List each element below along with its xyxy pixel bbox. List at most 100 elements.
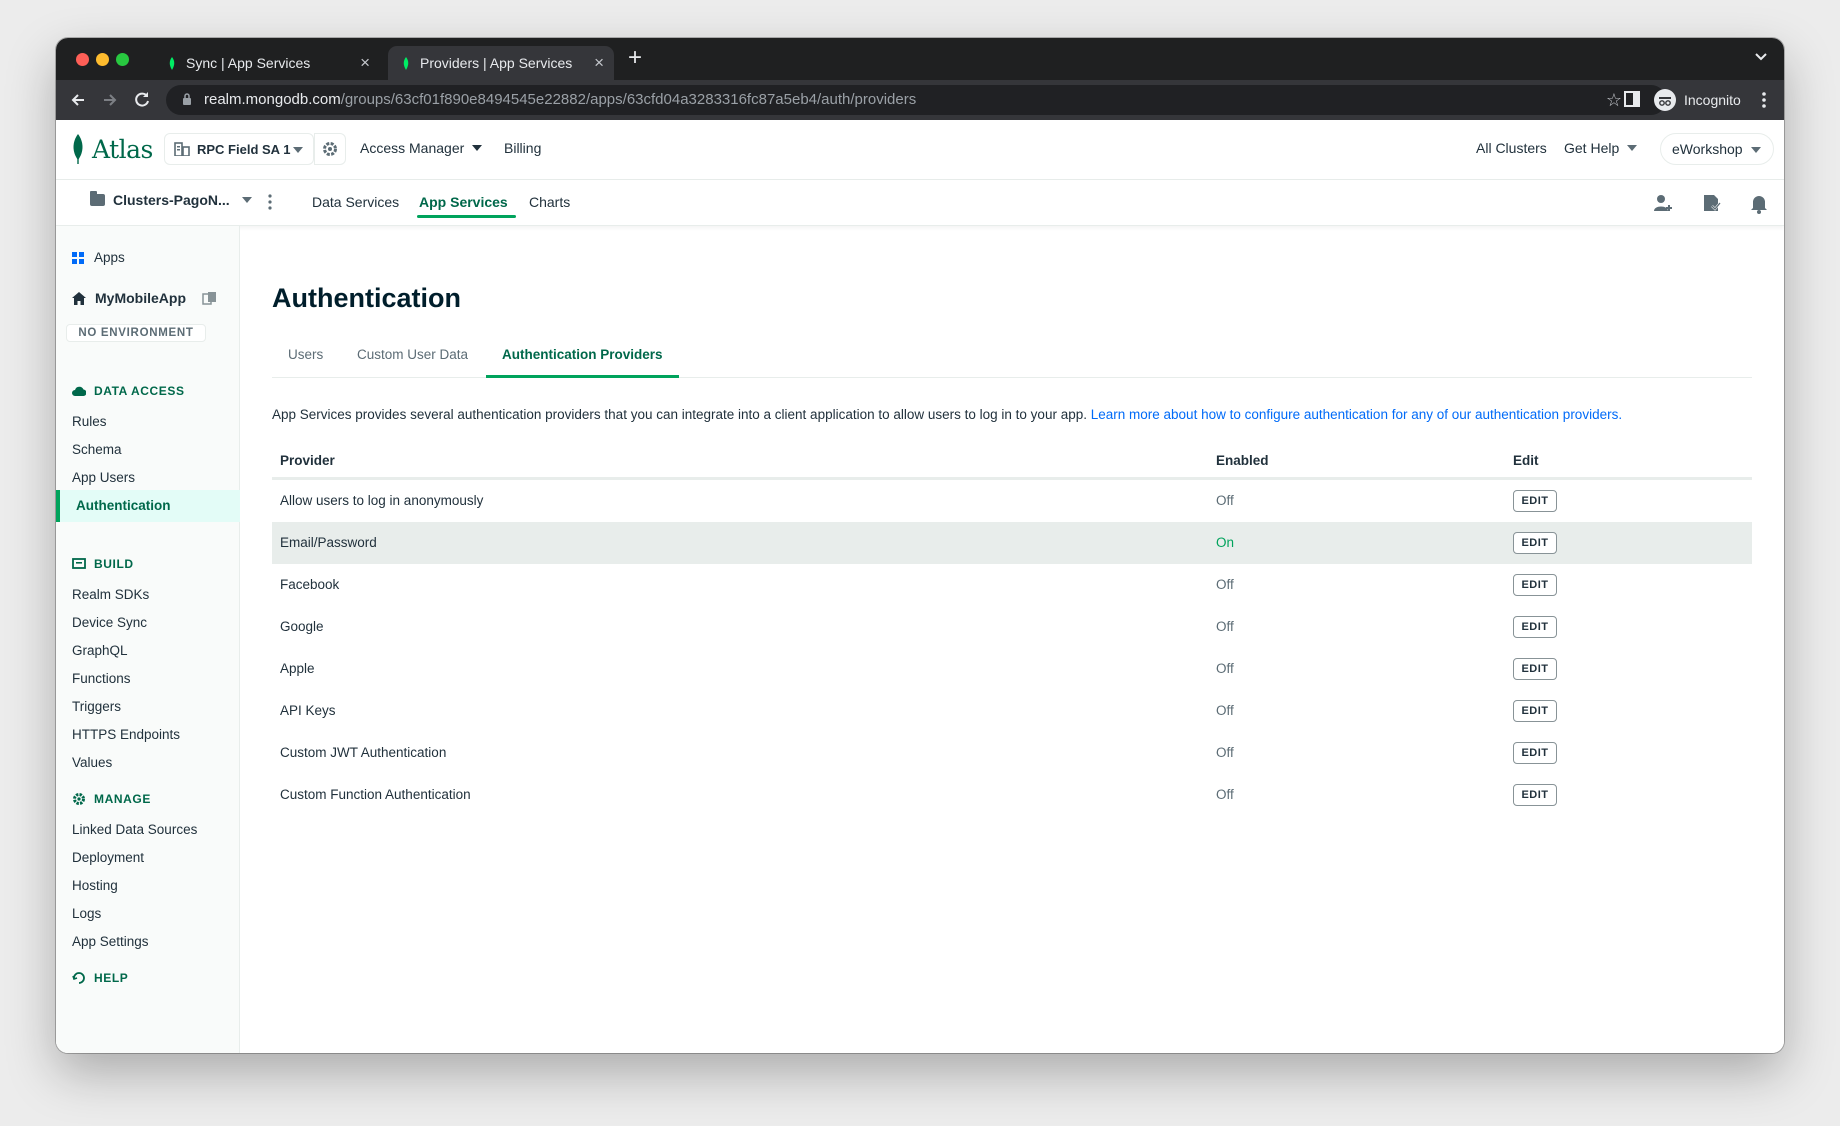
edit-google-button[interactable]: EDIT — [1513, 616, 1557, 638]
provider-status: Off — [1216, 493, 1234, 508]
close-window-button[interactable] — [76, 53, 89, 66]
caret-down-icon — [293, 147, 303, 153]
reload-icon[interactable] — [132, 90, 152, 110]
provider-name: Email/Password — [280, 535, 377, 550]
atlas-top-nav: Atlas RPC Field SA 1 Access Manager Bill… — [56, 120, 1784, 180]
tab-data-services[interactable]: Data Services — [312, 194, 399, 210]
tab-app-services[interactable]: App Services — [417, 194, 516, 218]
sidebar-item-app-users[interactable]: App Users — [72, 470, 135, 485]
copy-app-id-icon[interactable] — [202, 291, 218, 305]
all-clusters-label: All Clusters — [1476, 140, 1547, 156]
user-org-menu[interactable]: eWorkshop — [1660, 133, 1774, 165]
bookmark-star-icon[interactable]: ☆ — [1606, 90, 1622, 111]
provider-name: Google — [280, 619, 324, 634]
app-name-label: MyMobileApp — [95, 290, 186, 306]
sidebar-item-authentication[interactable]: Authentication — [56, 490, 240, 522]
close-icon[interactable]: × — [594, 53, 604, 73]
maximize-window-button[interactable] — [116, 53, 129, 66]
activity-feed-icon[interactable] — [1700, 192, 1722, 214]
section-heading: HELP — [94, 971, 129, 985]
browser-tab-providers[interactable]: Providers | App Services × — [388, 46, 614, 80]
sidebar-item-device-sync[interactable]: Device Sync — [72, 615, 147, 630]
sidebar-item-schema[interactable]: Schema — [72, 442, 122, 457]
column-header-edit: Edit — [1513, 453, 1539, 468]
organization-name: RPC Field SA 1 — [197, 141, 291, 157]
browser-menu-icon[interactable] — [1762, 91, 1766, 109]
browser-tab-sync[interactable]: Sync | App Services × — [154, 46, 380, 80]
provider-status: Off — [1216, 745, 1234, 760]
table-row: Custom JWT Authentication Off EDIT — [272, 732, 1752, 774]
browser-toolbar: realm.mongodb.com/groups/63cf01f890e8494… — [56, 80, 1784, 120]
sidebar-app-name[interactable]: MyMobileApp — [72, 290, 186, 306]
mongodb-leaf-icon — [403, 57, 409, 70]
project-select[interactable]: Clusters-PagoN... — [90, 191, 252, 208]
tab-authentication-providers[interactable]: Authentication Providers — [486, 347, 679, 378]
address-bar[interactable]: realm.mongodb.com/groups/63cf01f890e8494… — [166, 85, 1666, 115]
organization-select[interactable]: RPC Field SA 1 — [164, 133, 314, 165]
bell-icon[interactable] — [1748, 192, 1770, 214]
organization-settings-button[interactable] — [314, 133, 346, 165]
sidebar-item-linked-data-sources[interactable]: Linked Data Sources — [72, 822, 197, 837]
learn-more-link[interactable]: Learn more about how to configure authen… — [1091, 407, 1622, 422]
access-manager-label: Access Manager — [360, 140, 465, 156]
atlas-logo[interactable]: Atlas — [70, 134, 153, 164]
edit-apple-button[interactable]: EDIT — [1513, 658, 1557, 680]
browser-tabstrip: Sync | App Services × Providers | App Se… — [56, 38, 1784, 80]
edit-custom-function-button[interactable]: EDIT — [1513, 784, 1557, 806]
sidebar-item-hosting[interactable]: Hosting — [72, 878, 118, 893]
sidebar-item-values[interactable]: Values — [72, 755, 112, 770]
sidebar-item-app-settings[interactable]: App Settings — [72, 934, 149, 949]
table-row: Custom Function Authentication Off EDIT — [272, 774, 1752, 816]
all-clusters-link[interactable]: All Clusters — [1476, 140, 1547, 156]
project-name: Clusters-PagoN... — [113, 192, 230, 208]
sidebar-item-rules[interactable]: Rules — [72, 414, 107, 429]
access-manager-menu[interactable]: Access Manager — [360, 140, 483, 156]
back-arrow-icon[interactable] — [68, 90, 88, 110]
project-menu-icon[interactable] — [268, 194, 272, 210]
new-tab-icon[interactable]: + — [628, 46, 642, 70]
grid-icon — [72, 251, 84, 264]
browser-window: Sync | App Services × Providers | App Se… — [56, 38, 1784, 1053]
billing-link[interactable]: Billing — [504, 140, 541, 156]
sidebar-item-realm-sdks[interactable]: Realm SDKs — [72, 587, 149, 602]
sidebar-item-apps[interactable]: Apps — [72, 250, 125, 265]
sidebar-item-logs[interactable]: Logs — [72, 906, 101, 921]
section-heading: MANAGE — [94, 792, 151, 806]
sidebar-item-deployment[interactable]: Deployment — [72, 850, 144, 865]
build-icon — [72, 558, 86, 569]
sidebar-item-label: Apps — [94, 250, 125, 265]
edit-api-keys-button[interactable]: EDIT — [1513, 700, 1557, 722]
edit-custom-jwt-button[interactable]: EDIT — [1513, 742, 1557, 764]
edit-facebook-button[interactable]: EDIT — [1513, 574, 1557, 596]
help-icon — [72, 972, 85, 984]
tab-charts[interactable]: Charts — [529, 194, 570, 210]
mongodb-leaf-icon — [169, 57, 175, 70]
browser-tab-title: Sync | App Services — [186, 55, 311, 71]
caret-down-icon — [241, 197, 252, 203]
minimize-window-button[interactable] — [96, 53, 109, 66]
provider-name: Apple — [280, 661, 315, 676]
provider-status: Off — [1216, 577, 1234, 592]
incognito-profile-button[interactable]: Incognito — [1654, 87, 1741, 113]
tab-users[interactable]: Users — [288, 347, 323, 362]
edit-anonymous-button[interactable]: EDIT — [1513, 490, 1557, 512]
tab-custom-user-data[interactable]: Custom User Data — [357, 347, 468, 362]
invite-user-icon[interactable] — [1652, 192, 1674, 214]
close-icon[interactable]: × — [360, 53, 370, 73]
sidebar-item-graphql[interactable]: GraphQL — [72, 643, 128, 658]
sidebar-section-help[interactable]: HELP — [72, 971, 128, 985]
caret-down-icon — [472, 145, 483, 151]
sidebar-item-functions[interactable]: Functions — [72, 671, 131, 686]
sidebar-item-triggers[interactable]: Triggers — [72, 699, 121, 714]
gear-icon — [73, 793, 85, 805]
forward-arrow-icon[interactable] — [100, 90, 120, 110]
url-text: realm.mongodb.com/groups/63cf01f890e8494… — [204, 91, 916, 108]
get-help-menu[interactable]: Get Help — [1564, 140, 1638, 156]
sidebar-item-https-endpoints[interactable]: HTTPS Endpoints — [72, 727, 180, 742]
edit-email-password-button[interactable]: EDIT — [1513, 532, 1557, 554]
provider-name: Custom JWT Authentication — [280, 745, 447, 760]
section-heading: BUILD — [94, 557, 134, 571]
url-host: realm.mongodb.com — [204, 91, 341, 108]
side-panel-icon[interactable] — [1624, 91, 1640, 107]
chevron-down-icon[interactable] — [1754, 50, 1768, 64]
